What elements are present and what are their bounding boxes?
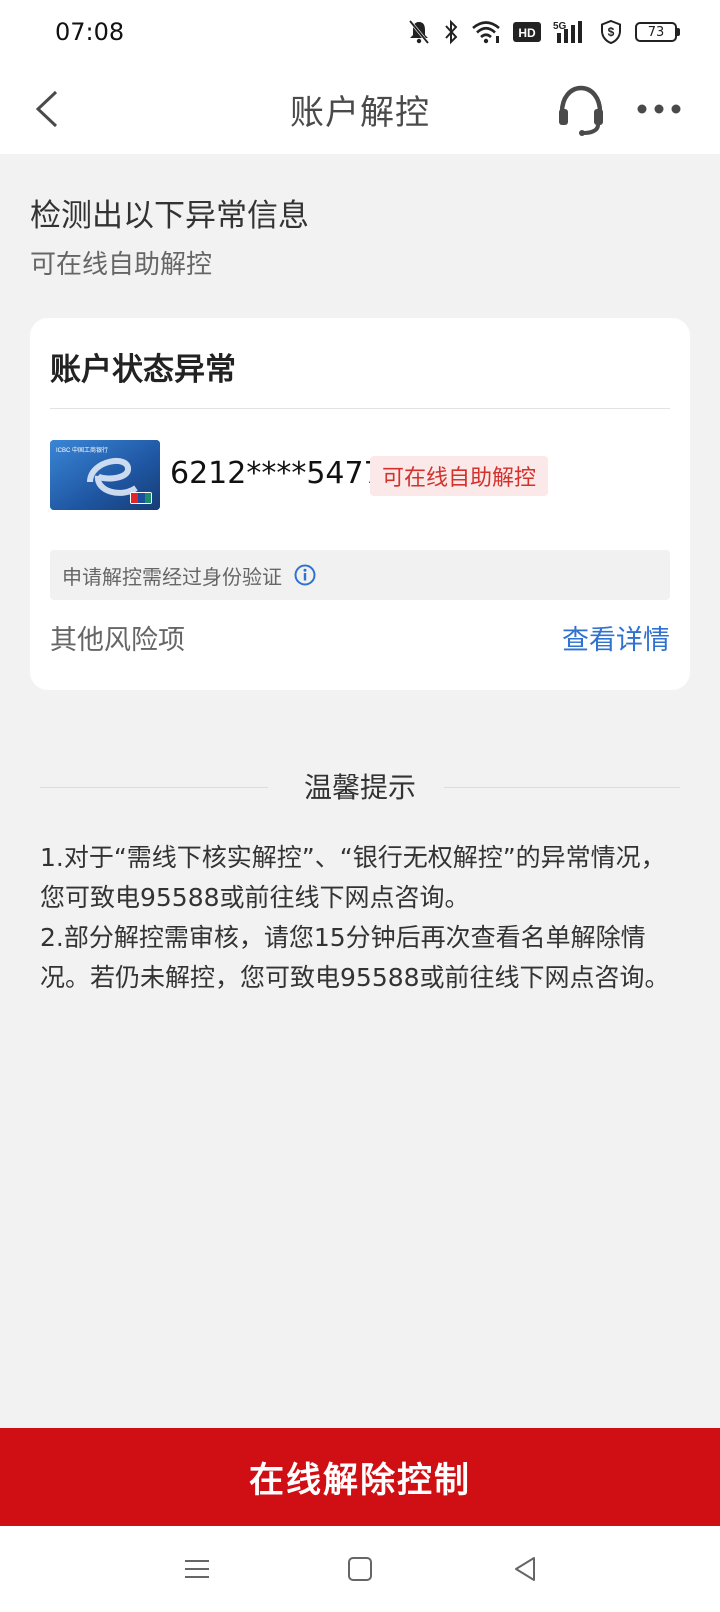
account-status-card: 账户状态异常 ICBC 中国工商银行 6212****5477 可在线自助解控 … xyxy=(30,318,690,690)
online-unlock-button[interactable]: 在线解除控制 xyxy=(0,1428,720,1526)
tips-title: 温馨提示 xyxy=(303,771,416,804)
tips-body: 1.对于“需线下核实解控”、“银行无权解控”的异常情况，您可致电95588或前往… xyxy=(40,838,680,998)
card-number: 6212****5477 xyxy=(170,456,383,491)
hd-label: HD xyxy=(518,26,536,40)
svg-text:$: $ xyxy=(608,25,615,39)
bank-card-image: ICBC 中国工商银行 xyxy=(50,440,160,510)
risk-label: 其他风险项 xyxy=(50,625,185,656)
info-icon[interactable] xyxy=(294,564,316,586)
more-dots-icon[interactable] xyxy=(636,94,682,124)
battery-icon: 73 xyxy=(635,22,680,42)
page-title: 账户解控 xyxy=(290,92,430,133)
status-icons: HD 5G $ 73 xyxy=(407,19,680,45)
home-icon[interactable] xyxy=(345,1554,375,1584)
verify-note-box: 申请解控需经过身份验证 xyxy=(50,550,670,600)
headset-icon[interactable] xyxy=(554,82,608,136)
divider xyxy=(50,408,670,409)
detect-title: 检测出以下异常信息 xyxy=(30,198,309,234)
wifi-icon xyxy=(471,20,501,44)
detect-subtitle: 可在线自助解控 xyxy=(30,250,213,280)
tips-line-1: 1.对于“需线下核实解控”、“银行无权解控”的异常情况，您可致电95588或前往… xyxy=(40,843,666,912)
battery-level: 73 xyxy=(635,22,677,42)
back-triangle-icon[interactable] xyxy=(510,1554,540,1584)
chevron-left-icon[interactable] xyxy=(30,86,70,132)
header: 账户解控 xyxy=(0,64,720,154)
status-time: 07:08 xyxy=(55,18,125,46)
card-title: 账户状态异常 xyxy=(50,352,236,388)
bluetooth-icon xyxy=(443,19,459,45)
tips-line-2: 2.部分解控需审核，请您15分钟后再次查看名单解除情况。若仍未解控，您可致电95… xyxy=(40,923,670,992)
menu-icon[interactable] xyxy=(182,1554,212,1584)
hd-icon: HD xyxy=(513,22,541,42)
view-details-link[interactable]: 查看详情 xyxy=(562,618,670,657)
status-bar: 07:08 HD 5G $ 73 xyxy=(0,0,720,64)
shield-dollar-icon: $ xyxy=(599,19,623,45)
bank-card-text: ICBC 中国工商银行 xyxy=(56,446,108,454)
verify-note: 申请解控需经过身份验证 xyxy=(62,564,282,589)
mute-bell-icon xyxy=(407,19,431,45)
status-badge: 可在线自助解控 xyxy=(370,456,549,496)
5g-signal-icon: 5G xyxy=(553,20,587,44)
system-nav-bar xyxy=(0,1526,720,1612)
